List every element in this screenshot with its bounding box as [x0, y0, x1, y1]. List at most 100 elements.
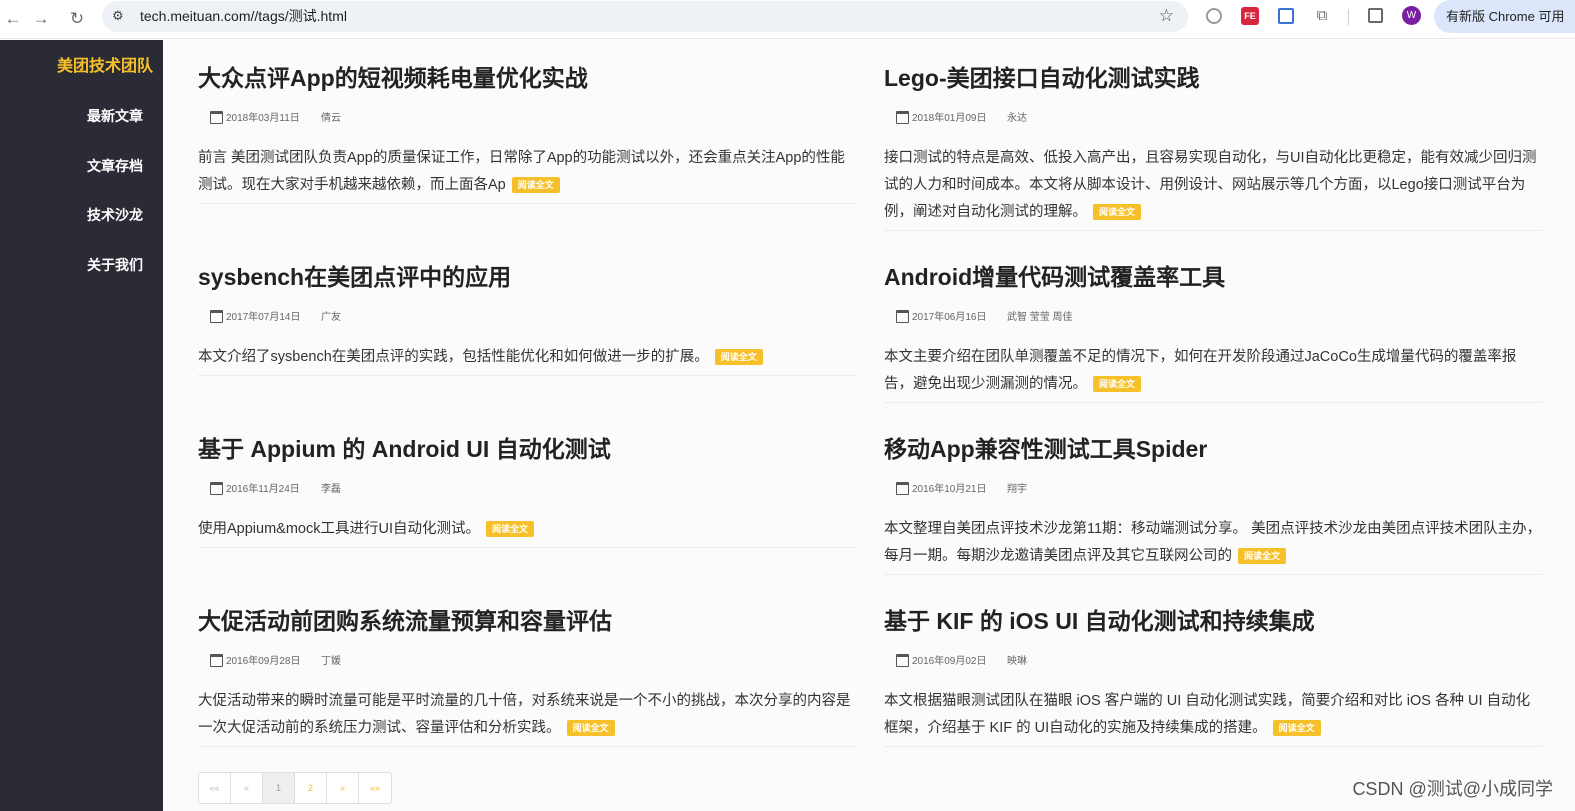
address-bar[interactable]: ⚙ tech.meituan.com//tags/测试.html ☆ [102, 1, 1188, 32]
post-excerpt: 前言 美团测试团队负责App的质量保证工作，日常除了App的功能测试以外，还会重… [198, 145, 856, 203]
pagination-page-2[interactable]: 2 [295, 773, 327, 803]
post-meta: 2016年09月28日 丁媛 [198, 653, 856, 671]
calendar-icon [896, 310, 909, 323]
calendar-icon [896, 654, 909, 667]
post-date: 2016年09月02日 [912, 656, 987, 667]
post-date: 2018年03月11日 [226, 113, 300, 124]
post-meta: 2016年10月21日 翔宇 [884, 481, 1542, 499]
post-author[interactable]: 倩云 [321, 110, 341, 128]
post-title[interactable]: 基于 KIF 的 iOS UI 自动化测试和持续集成 [884, 606, 1542, 636]
read-more-button[interactable]: 阅读全文 [714, 349, 763, 365]
extensions-puzzle-icon[interactable]: ⧉ [1313, 7, 1331, 25]
post-author[interactable]: 映琳 [1007, 653, 1027, 671]
post-excerpt-text: 本文介绍了sysbench在美团点评的实践，包括性能优化和如何做进一步的扩展。 [198, 349, 709, 365]
post-excerpt-text: 接口测试的特点是高效、低投入高产出，且容易实现自动化，与UI自动化比更稳定，能有… [884, 150, 1537, 220]
read-more-button[interactable]: 阅读全文 [485, 521, 534, 537]
post-date: 2017年07月14日 [226, 312, 301, 323]
post-meta: 2016年11月24日 李磊 [198, 481, 856, 499]
post-date: 2016年09月28日 [226, 656, 301, 667]
post-date: 2017年06月16日 [912, 312, 987, 323]
pagination-last[interactable]: »» [359, 773, 391, 803]
csdn-watermark: CSDN @测试@小成同学 [1352, 779, 1553, 799]
post-date: 2016年11月24日 [226, 484, 300, 495]
post-card: 基于 Appium 的 Android UI 自动化测试 2016年11月24日… [198, 434, 856, 548]
bookmark-star-icon[interactable]: ☆ [1159, 6, 1174, 26]
calendar-icon [210, 482, 223, 495]
chrome-update-button[interactable]: 有新版 Chrome 可用 [1434, 0, 1575, 33]
post-meta: 2018年01月09日 永达 [884, 110, 1542, 128]
post-excerpt: 使用Appium&mock工具进行UI自动化测试。 阅读全文 [198, 516, 856, 547]
calendar-icon [210, 654, 223, 667]
post-excerpt: 大促活动带来的瞬时流量可能是平时流量的几十倍，对系统来说是一个不小的挑战，本次分… [198, 688, 856, 746]
profile-avatar[interactable]: W [1402, 6, 1421, 25]
post-date: 2018年01月09日 [912, 113, 987, 124]
post-excerpt: 本文整理自美团点评技术沙龙第11期：移动端测试分享。 美团点评技术沙龙由美团点评… [884, 516, 1542, 574]
sidebar-item-latest[interactable]: 最新文章 [87, 106, 143, 126]
post-title[interactable]: Lego-美团接口自动化测试实践 [884, 63, 1542, 93]
post-excerpt-text: 本文主要介绍在团队单测覆盖不足的情况下，如何在开发阶段通过JaCoCo生成增量代… [884, 349, 1517, 392]
post-excerpt-text: 大促活动带来的瞬时流量可能是平时流量的几十倍，对系统来说是一个不小的挑战，本次分… [198, 693, 851, 736]
forward-icon[interactable]: → [28, 6, 54, 32]
screenshot-extension-icon[interactable] [1278, 8, 1294, 24]
read-more-button[interactable]: 阅读全文 [566, 720, 615, 736]
post-card: Android增量代码测试覆盖率工具 2017年06月16日 武智 莹莹 周佳 … [884, 262, 1542, 403]
read-more-button[interactable]: 阅读全文 [1093, 376, 1142, 392]
post-excerpt-text: 本文整理自美团点评技术沙龙第11期：移动端测试分享。 美团点评技术沙龙由美团点评… [884, 521, 1542, 564]
record-extension-icon[interactable] [1206, 8, 1222, 24]
post-excerpt-text: 使用Appium&mock工具进行UI自动化测试。 [198, 521, 480, 537]
calendar-icon [210, 111, 223, 124]
pagination-prev[interactable]: « [231, 773, 263, 803]
pagination-next[interactable]: » [327, 773, 359, 803]
post-title[interactable]: Android增量代码测试覆盖率工具 [884, 262, 1542, 292]
post-meta: 2017年07月14日 广友 [198, 309, 856, 327]
sidebar-item-salon[interactable]: 技术沙龙 [87, 205, 143, 225]
post-meta: 2016年09月02日 映琳 [884, 653, 1542, 671]
post-author[interactable]: 永达 [1007, 110, 1027, 128]
post-card: 大促活动前团购系统流量预算和容量评估 2016年09月28日 丁媛 大促活动带来… [198, 606, 856, 747]
post-author[interactable]: 丁媛 [321, 653, 341, 671]
sidebar: 美团技术团队 最新文章 文章存档 技术沙龙 关于我们 [0, 40, 163, 811]
post-excerpt: 本文根据猫眼测试团队在猫眼 iOS 客户端的 UI 自动化测试实践，简要介绍和对… [884, 688, 1542, 746]
brand-logo-text[interactable]: 美团技术团队 [57, 52, 153, 76]
post-meta: 2018年03月11日 倩云 [198, 110, 856, 128]
pagination: «« « 1 2 » »» [198, 772, 392, 804]
post-card: 大众点评App的短视频耗电量优化实战 2018年03月11日 倩云 前言 美团测… [198, 63, 856, 204]
post-card: 移动App兼容性测试工具Spider 2016年10月21日 翔宇 本文整理自美… [884, 434, 1542, 575]
pagination-first[interactable]: «« [199, 773, 231, 803]
post-author[interactable]: 翔宇 [1007, 481, 1027, 499]
url-text[interactable]: tech.meituan.com//tags/测试.html [140, 8, 347, 25]
read-more-button[interactable]: 阅读全文 [1093, 204, 1142, 220]
back-icon[interactable]: ← [0, 6, 26, 32]
post-author[interactable]: 广友 [321, 309, 341, 327]
reload-icon[interactable]: ↻ [64, 6, 90, 32]
sidebar-item-about[interactable]: 关于我们 [87, 255, 143, 275]
calendar-icon [896, 482, 909, 495]
post-excerpt: 本文主要介绍在团队单测覆盖不足的情况下，如何在开发阶段通过JaCoCo生成增量代… [884, 344, 1542, 402]
sidebar-item-archive[interactable]: 文章存档 [87, 156, 143, 176]
post-author[interactable]: 武智 莹莹 周佳 [1007, 309, 1073, 327]
post-date: 2016年10月21日 [912, 484, 987, 495]
post-title[interactable]: sysbench在美团点评中的应用 [198, 262, 856, 292]
toolbar-divider [1348, 9, 1349, 25]
post-title[interactable]: 基于 Appium 的 Android UI 自动化测试 [198, 434, 856, 464]
read-more-button[interactable]: 阅读全文 [511, 177, 560, 193]
browser-toolbar: ← → ↻ ⚙ tech.meituan.com//tags/测试.html ☆… [0, 0, 1575, 39]
post-author[interactable]: 李磊 [321, 481, 341, 499]
post-title[interactable]: 大促活动前团购系统流量预算和容量评估 [198, 606, 856, 636]
post-excerpt: 本文介绍了sysbench在美团点评的实践，包括性能优化和如何做进一步的扩展。阅… [198, 344, 856, 375]
post-title[interactable]: 移动App兼容性测试工具Spider [884, 434, 1542, 464]
read-more-button[interactable]: 阅读全文 [1272, 720, 1321, 736]
read-more-button[interactable]: 阅读全文 [1238, 548, 1287, 564]
post-excerpt-text: 本文根据猫眼测试团队在猫眼 iOS 客户端的 UI 自动化测试实践，简要介绍和对… [884, 693, 1531, 736]
calendar-icon [896, 111, 909, 124]
side-panel-icon[interactable] [1368, 8, 1383, 23]
calendar-icon [210, 310, 223, 323]
site-info-icon[interactable]: ⚙ [112, 8, 124, 24]
pagination-page-1[interactable]: 1 [263, 773, 295, 803]
post-card: 基于 KIF 的 iOS UI 自动化测试和持续集成 2016年09月02日 映… [884, 606, 1542, 747]
post-excerpt: 接口测试的特点是高效、低投入高产出，且容易实现自动化，与UI自动化比更稳定，能有… [884, 145, 1542, 230]
post-title[interactable]: 大众点评App的短视频耗电量优化实战 [198, 63, 856, 93]
post-card: sysbench在美团点评中的应用 2017年07月14日 广友 本文介绍了sy… [198, 262, 856, 376]
fe-extension-icon[interactable]: FE [1241, 7, 1259, 25]
post-meta: 2017年06月16日 武智 莹莹 周佳 [884, 309, 1542, 327]
